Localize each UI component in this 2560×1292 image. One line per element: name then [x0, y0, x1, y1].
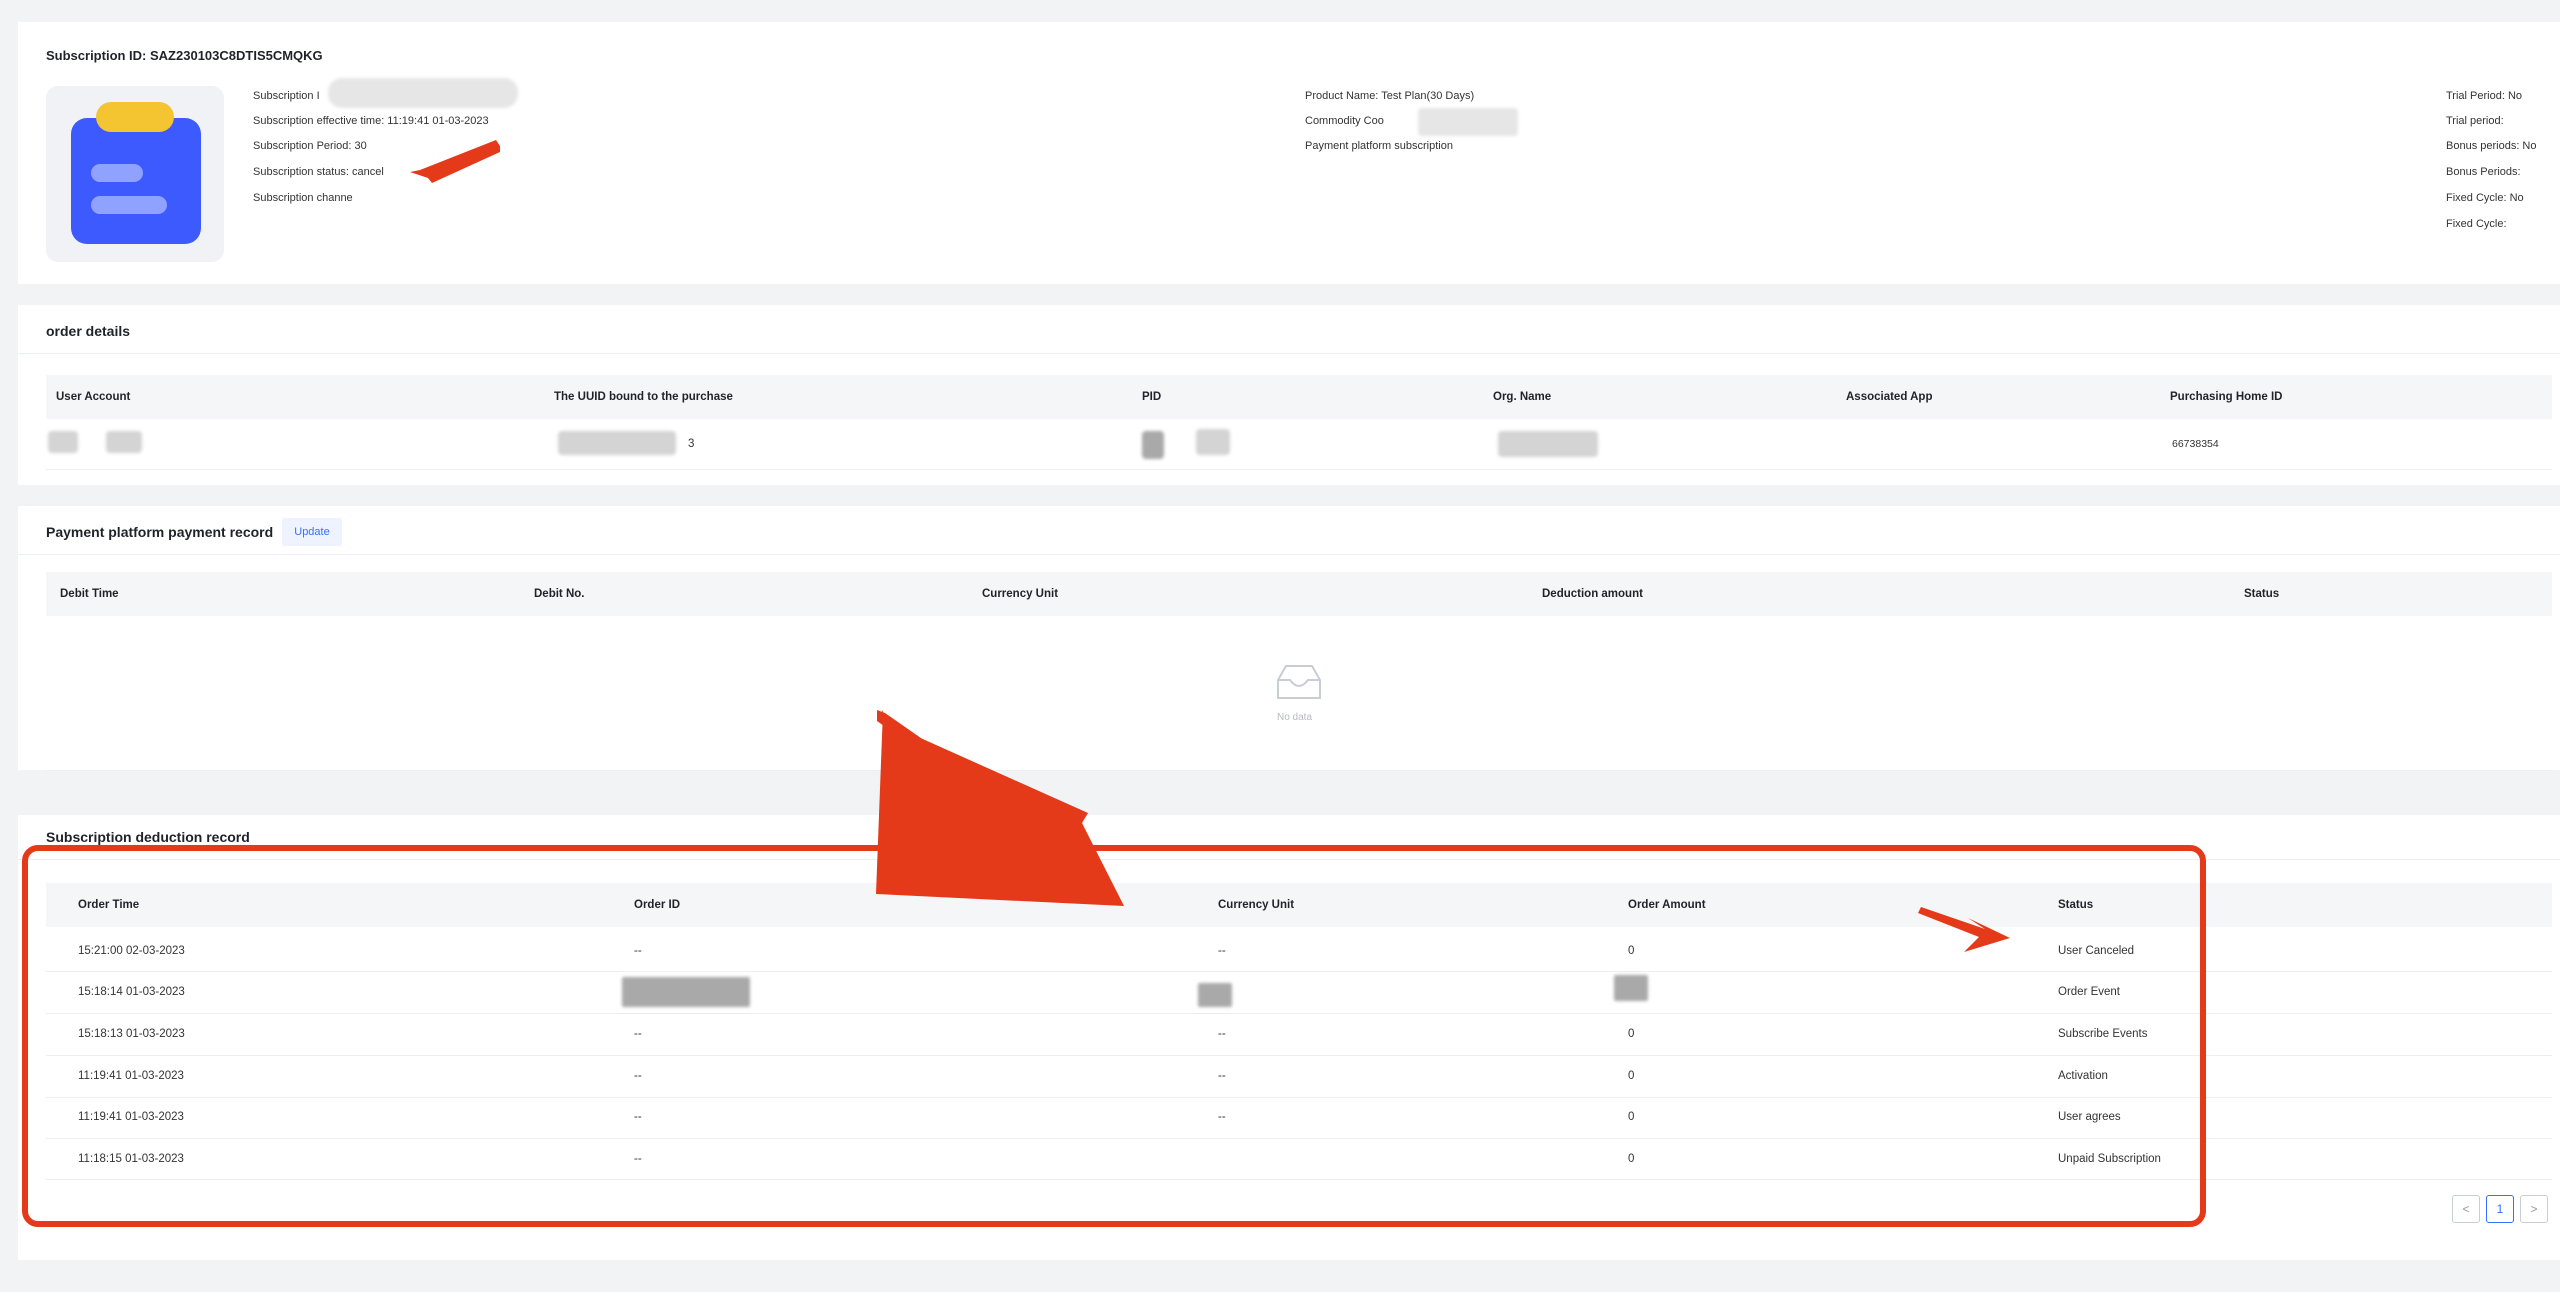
payment-record-header: Debit Time Debit No. Currency Unit Deduc…: [46, 572, 2552, 616]
col-org-name: Org. Name: [1493, 391, 1552, 403]
col-user-account: User Account: [56, 391, 131, 403]
col-debit-no: Debit No.: [534, 588, 585, 600]
subscription-summary-panel: Subscription ID: SAZ230103C8DTIS5CMQKG S…: [18, 22, 2560, 284]
order-id: --: [634, 1028, 642, 1040]
currency-unit: --: [1218, 1111, 1226, 1123]
order-id: --: [634, 1111, 642, 1123]
redacted-currency-unit: [1198, 983, 1232, 1007]
col-status: Status: [2058, 899, 2094, 911]
col-purchasing-home-id: Purchasing Home ID: [2170, 391, 2283, 403]
divider: [18, 554, 2560, 555]
redacted-uuid: [558, 431, 676, 455]
sub-field-status: Subscription status: cancel: [253, 166, 384, 178]
redacted-commodity-code: [1418, 108, 1518, 136]
redacted-subscription-id: [328, 78, 518, 108]
order-amount: 0: [1628, 1153, 1635, 1165]
order-amount: 0: [1628, 1070, 1635, 1082]
payment-record-title: Payment platform payment record: [46, 524, 274, 540]
order-details-header: User Account The UUID bound to the purch…: [46, 375, 2552, 419]
order-time: 15:21:00 02-03-2023: [78, 945, 185, 957]
uuid-suffix: 3: [688, 438, 695, 450]
order-id: --: [634, 1153, 642, 1165]
trial-period: Trial period:: [2446, 115, 2504, 127]
empty-state-text: No data: [1277, 712, 1313, 723]
order-id: --: [634, 1070, 642, 1082]
currency-unit: --: [1218, 1028, 1226, 1040]
row-divider: [46, 1179, 2552, 1180]
deduction-record-title: Subscription deduction record: [46, 829, 250, 845]
order-details-title: order details: [46, 323, 131, 339]
subscription-id-title: Subscription ID: SAZ230103C8DTIS5CMQKG: [46, 48, 323, 63]
order-amount: 0: [1628, 945, 1635, 957]
commodity-code: Commodity Coo: [1305, 115, 1384, 127]
update-button[interactable]: Update: [282, 518, 342, 546]
bonus-periods-flag: Bonus periods: No: [2446, 140, 2537, 152]
deduction-record-header: Order Time Order ID Currency Unit Order …: [46, 883, 2552, 927]
payment-record-panel: Payment platform payment record Update D…: [18, 506, 2560, 771]
order-amount: 0: [1628, 1028, 1635, 1040]
divider: [18, 859, 2560, 860]
col-currency-unit: Currency Unit: [1218, 899, 1295, 911]
order-id: --: [634, 945, 642, 957]
payment-platform-subscription: Payment platform subscription: [1305, 140, 1453, 152]
pagination-next-button[interactable]: >: [2520, 1195, 2548, 1223]
col-associated-app: Associated App: [1846, 391, 1933, 403]
fixed-cycle: Fixed Cycle:: [2446, 218, 2507, 230]
row-divider: [46, 469, 2552, 470]
trial-period-flag: Trial Period: No: [2446, 90, 2523, 102]
redacted-org-name: [1498, 431, 1598, 457]
order-status: Activation: [2058, 1070, 2108, 1082]
order-status: Unpaid Subscription: [2058, 1153, 2161, 1165]
row-divider: [46, 1097, 2552, 1098]
order-status: Subscribe Events: [2058, 1028, 2148, 1040]
currency-unit: --: [1218, 945, 1226, 957]
order-time: 11:19:41 01-03-2023: [78, 1111, 184, 1123]
sub-field-id: Subscription I: [253, 90, 320, 102]
order-status: User agrees: [2058, 1111, 2121, 1123]
purchasing-home-id-value: 66738354: [2172, 438, 2219, 450]
row-divider: [46, 770, 2552, 771]
col-order-amount: Order Amount: [1628, 899, 1706, 911]
pagination-page-1[interactable]: 1: [2486, 1195, 2514, 1223]
order-time: 11:19:41 01-03-2023: [78, 1070, 184, 1082]
order-details-panel: order details User Account The UUID boun…: [18, 305, 2560, 485]
col-status: Status: [2244, 588, 2280, 600]
order-time: 15:18:13 01-03-2023: [78, 1028, 185, 1040]
pagination-prev-button[interactable]: <: [2452, 1195, 2480, 1223]
col-uuid: The UUID bound to the purchase: [554, 391, 733, 403]
clipboard-icon: [71, 102, 201, 244]
order-time: 15:18:14 01-03-2023: [78, 986, 185, 998]
col-pid: PID: [1142, 391, 1162, 403]
redacted-user-account: [48, 431, 78, 453]
row-divider: [46, 1055, 2552, 1056]
row-divider: [46, 971, 2552, 972]
redacted-pid-2: [1196, 429, 1230, 455]
row-divider: [46, 1138, 2552, 1139]
sub-field-period: Subscription Period: 30: [253, 140, 367, 152]
divider: [18, 353, 2560, 354]
empty-inbox-icon: [1272, 662, 1326, 702]
fixed-cycle-flag: Fixed Cycle: No: [2446, 192, 2524, 204]
redacted-user-account-2: [106, 431, 142, 453]
order-time: 11:18:15 01-03-2023: [78, 1153, 184, 1165]
row-divider: [46, 1013, 2552, 1014]
sub-field-channel: Subscription channe: [253, 192, 353, 204]
app-icon: [46, 86, 224, 262]
redacted-order-id: [622, 977, 750, 1007]
order-status: Order Event: [2058, 986, 2120, 998]
currency-unit: --: [1218, 1070, 1226, 1082]
bonus-periods: Bonus Periods:: [2446, 166, 2521, 178]
product-name: Product Name: Test Plan(30 Days): [1305, 90, 1475, 102]
col-order-id: Order ID: [634, 899, 681, 911]
col-debit-time: Debit Time: [60, 588, 119, 600]
redacted-pid: [1142, 431, 1164, 459]
deduction-record-panel: Subscription deduction record Order Time…: [18, 815, 2560, 1260]
redacted-order-amount: [1614, 975, 1648, 1001]
order-status: User Canceled: [2058, 945, 2135, 957]
col-order-time: Order Time: [78, 899, 140, 911]
order-amount: 0: [1628, 1111, 1635, 1123]
sub-field-effective-time: Subscription effective time: 11:19:41 01…: [253, 115, 489, 127]
col-currency-unit: Currency Unit: [982, 588, 1059, 600]
col-deduction-amount: Deduction amount: [1542, 588, 1643, 600]
